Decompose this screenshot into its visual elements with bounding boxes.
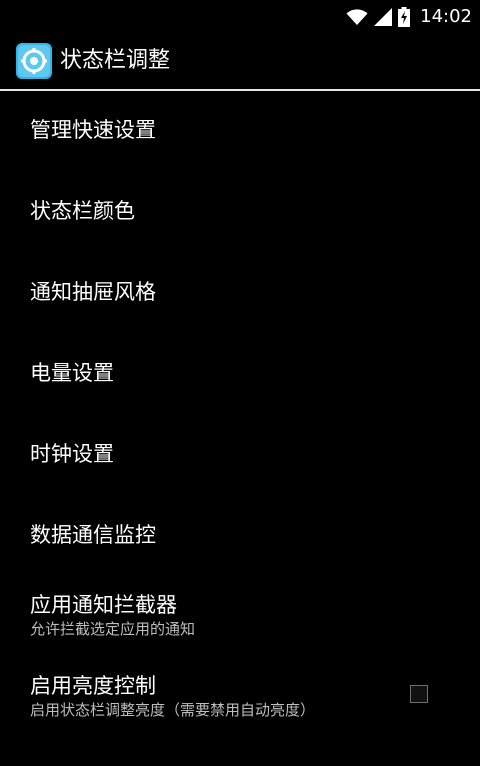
status-icons: 14:02 [346, 4, 472, 29]
setting-title: 通知抽屉风格 [30, 280, 156, 304]
setting-manage-quick-settings[interactable]: 管理快速设置 [0, 91, 480, 172]
setting-notification-drawer-style[interactable]: 通知抽屉风格 [0, 253, 480, 334]
setting-title: 启用亮度控制 [30, 674, 156, 698]
setting-data-traffic-monitor[interactable]: 数据通信监控 [0, 496, 480, 577]
wifi-icon [346, 8, 368, 25]
brightness-control-checkbox[interactable] [410, 685, 428, 703]
setting-title: 电量设置 [30, 361, 114, 385]
gear-icon[interactable] [16, 43, 52, 79]
page-title: 状态栏调整 [60, 48, 171, 73]
setting-summary: 允许拦截选定应用的通知 [30, 620, 196, 638]
setting-summary: 启用状态栏调整亮度（需要禁用自动亮度） [30, 701, 316, 719]
setting-title: 管理快速设置 [30, 118, 156, 142]
setting-status-bar-color[interactable]: 状态栏颜色 [0, 172, 480, 253]
setting-app-notification-blocker[interactable]: 应用通知拦截器 允许拦截选定应用的通知 [0, 577, 480, 658]
status-time: 14:02 [420, 6, 472, 27]
setting-clock[interactable]: 时钟设置 [0, 415, 480, 496]
status-bar: 14:02 [0, 0, 480, 33]
setting-battery[interactable]: 电量设置 [0, 334, 480, 415]
settings-list: 管理快速设置 状态栏颜色 通知抽屉风格 电量设置 时钟设置 数据通信监控 应用通… [0, 91, 480, 739]
setting-title: 时钟设置 [30, 442, 114, 466]
setting-title: 数据通信监控 [30, 523, 156, 547]
battery-charging-icon [398, 6, 411, 27]
signal-icon [374, 7, 393, 26]
setting-brightness-control[interactable]: 启用亮度控制 启用状态栏调整亮度（需要禁用自动亮度） [0, 658, 480, 739]
setting-title: 状态栏颜色 [30, 199, 135, 223]
setting-title: 应用通知拦截器 [30, 593, 177, 617]
action-bar: 状态栏调整 [0, 33, 480, 91]
